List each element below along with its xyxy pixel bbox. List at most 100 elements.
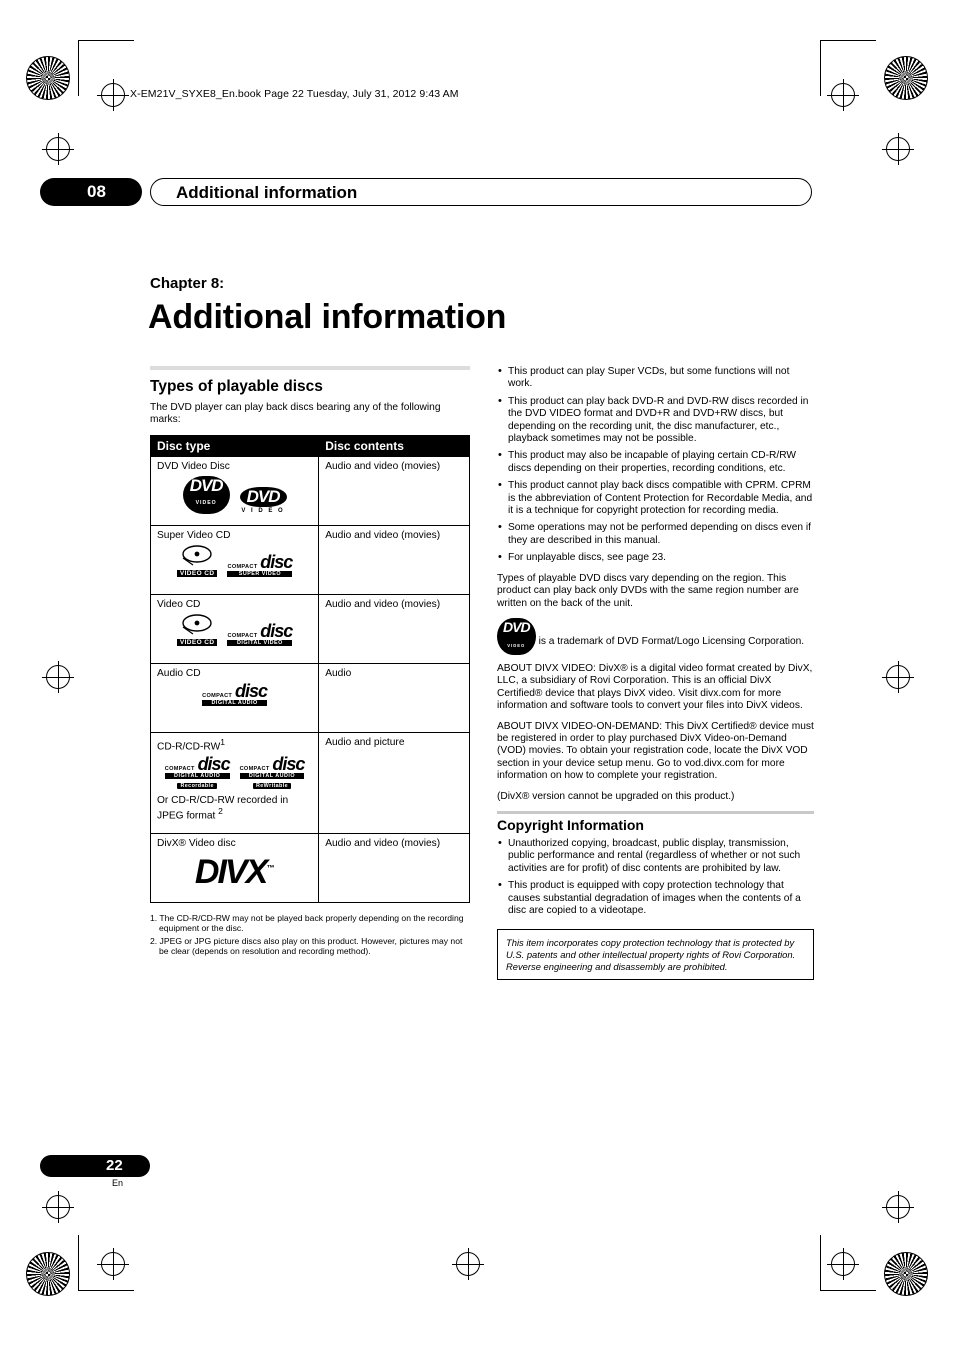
copy-protection-notice: This item incorporates copy protection t… — [497, 929, 814, 981]
digital-audio-disc-logo-icon: COMPACT disc DIGITAL AUDIO — [202, 680, 268, 706]
registration-rosette — [884, 56, 928, 100]
dvd-video-logo-icon: DVD V I D E O — [239, 486, 287, 514]
list-item: This product may also be incapable of pl… — [497, 449, 814, 475]
chapter-number: 08 — [87, 182, 106, 201]
list-item: Unauthorized copying, broadcast, public … — [497, 837, 814, 875]
registration-mark — [827, 79, 859, 111]
footnotes: 1. The CD-R/CD-RW may not be played back… — [150, 913, 470, 957]
page-number: 22 — [106, 1157, 123, 1174]
registration-mark — [882, 661, 914, 693]
registration-mark — [42, 661, 74, 693]
registration-rosette — [884, 1252, 928, 1296]
footnote-ref-2: 2 — [218, 806, 223, 817]
playable-discs-intro: The DVD player can play back discs beari… — [150, 402, 441, 426]
disc-type-cell: Audio CD COMPACT disc DIGITAL AUDIO — [149, 662, 320, 733]
divx-version-note: (DivX® version cannot be upgraded on thi… — [497, 790, 735, 802]
crop-mark — [820, 40, 876, 41]
crop-mark — [78, 40, 134, 41]
disc-type-cell: Video CD VIDEO CD COMPACT disc DIGITAL V… — [149, 593, 320, 664]
video-cd-logo-icon: VIDEO CD — [176, 545, 218, 577]
rewritable-disc-logo-icon: COMPACT disc DIGITAL AUDIO ReWritable — [239, 754, 305, 790]
copyright-list: Unauthorized copying, broadcast, public … — [497, 837, 814, 917]
section-heading-playable-discs: Types of playable discs — [150, 378, 323, 395]
registration-rosette — [26, 56, 70, 100]
video-cd-glyph-icon — [182, 614, 212, 635]
list-item: This product can play Super VCDs, but so… — [497, 365, 814, 391]
disc-contents-cell: Audio and picture — [318, 731, 470, 834]
about-divx-video-paragraph: ABOUT DIVX VIDEO: DivX® is a digital vid… — [497, 662, 813, 712]
disc-type-label: DVD Video Disc — [157, 460, 230, 472]
disc-types-table: Disc type Disc contents DVD Video Disc D… — [149, 434, 470, 903]
audio-cd-logo-group: COMPACT disc DIGITAL AUDIO — [157, 680, 312, 706]
table-row: Video CD VIDEO CD COMPACT disc DIGITAL V… — [149, 593, 470, 664]
chapter-title-bar: Additional information — [150, 178, 812, 206]
table-row: Super Video CD VIDEO CD COMPACT disc SUP… — [149, 524, 470, 595]
list-item: This product is equipped with copy prote… — [497, 879, 814, 917]
cdr-cdrw-logo-group: COMPACT disc DIGITAL AUDIO Recordable CO… — [157, 754, 312, 790]
disc-contents-cell: Audio and video (movies) — [318, 593, 470, 664]
list-item: For unplayable discs, see page 23. — [497, 551, 814, 564]
page-number-badge: 22 — [40, 1155, 150, 1177]
chapter-number-badge: 08 — [40, 178, 142, 206]
disc-type-label: Video CD — [157, 598, 201, 610]
crop-mark — [78, 40, 79, 96]
chapter-label: Chapter 8: — [150, 275, 225, 292]
crop-mark — [78, 1235, 79, 1291]
dvd-video-logo-icon: DVD VIDEO — [182, 475, 230, 514]
disc-contents-cell: Audio and video (movies) — [318, 832, 470, 903]
registration-mark — [882, 133, 914, 165]
table-header-row: Disc type Disc contents — [149, 434, 470, 457]
video-cd-logo-icon: VIDEO CD — [176, 614, 218, 646]
disc-contents-cell: Audio and video (movies) — [318, 455, 470, 526]
region-paragraph: Types of playable DVD discs vary dependi… — [497, 572, 799, 609]
disc-contents-cell: Audio — [318, 662, 470, 733]
book-header-line: X-EM21V_SYXE8_En.book Page 22 Tuesday, J… — [130, 88, 459, 100]
divx-logo-group: DIVX™ — [157, 853, 312, 892]
section-rule — [497, 810, 814, 814]
video-cd-logo-group: VIDEO CD COMPACT disc DIGITAL VIDEO — [157, 614, 312, 646]
footnote-2: 2. JPEG or JPG picture discs also play o… — [150, 935, 463, 957]
about-divx-vod-paragraph: ABOUT DIVX VIDEO-ON-DEMAND: This DivX Ce… — [497, 720, 814, 782]
dvd-trademark-paragraph: DVD VIDEO is a trademark of DVD Format/Lo… — [497, 617, 814, 655]
right-column: This product can play Super VCDs, but so… — [497, 365, 814, 981]
registration-mark — [882, 1191, 914, 1223]
section-heading-copyright: Copyright Information — [497, 816, 644, 833]
dvd-video-logo-group: DVD VIDEO DVD V I D E O — [157, 475, 312, 514]
registration-mark — [97, 79, 129, 111]
disc-type-label: Audio CD — [157, 667, 201, 679]
section-rule — [150, 366, 470, 370]
disc-type-extra-note: Or CD-R/CD-RW recorded in JPEG format 2 — [157, 795, 312, 821]
language-code: En — [112, 1178, 124, 1188]
video-cd-glyph-icon — [182, 545, 212, 566]
table-row: DVD Video Disc DVD VIDEO DVD V I D E O Au… — [149, 455, 470, 526]
super-video-cd-logo-group: VIDEO CD COMPACT disc SUPER VIDEO — [157, 545, 312, 577]
recordable-disc-logo-icon: COMPACT disc DIGITAL AUDIO Recordable — [164, 754, 231, 790]
disc-type-label: Super Video CD — [157, 529, 231, 541]
dvd-trademark-text: is a trademark of DVD Format/Logo Licens… — [538, 635, 805, 647]
page-title: Additional information — [148, 298, 507, 336]
registration-mark — [97, 1248, 129, 1280]
crop-mark — [820, 40, 821, 96]
footnote-1: 1. The CD-R/CD-RW may not be played back… — [150, 912, 464, 934]
crop-mark — [820, 1290, 876, 1291]
disc-contents-cell: Audio and video (movies) — [318, 524, 470, 595]
disc-type-cell: Super Video CD VIDEO CD COMPACT disc SUP… — [149, 524, 320, 595]
registration-mark — [452, 1248, 484, 1280]
disc-type-text: CD-R/CD-RW — [157, 741, 221, 753]
left-column: Types of playable discs The DVD player c… — [149, 366, 470, 958]
disc-type-label: CD-R/CD-RW1 — [157, 737, 312, 752]
disc-type-cell: DVD Video Disc DVD VIDEO DVD V I D E O — [149, 455, 320, 526]
crop-mark — [78, 1290, 134, 1291]
registration-rosette — [26, 1252, 70, 1296]
disc-type-label: DivX® Video disc — [157, 837, 236, 849]
list-item: This product cannot play back discs comp… — [497, 479, 814, 517]
document-page: X-EM21V_SYXE8_En.book Page 22 Tuesday, J… — [0, 0, 954, 1348]
registration-mark — [827, 1248, 859, 1280]
column-header-disc-type: Disc type — [149, 434, 320, 457]
divx-logo-icon: DIVX™ — [194, 852, 275, 891]
list-item: This product can play back DVD-R and DVD… — [497, 395, 814, 446]
disc-notes-list: This product can play Super VCDs, but so… — [497, 365, 814, 565]
disc-type-cell: DivX® Video disc DIVX™ — [149, 832, 320, 903]
footnote-ref-1: 1 — [220, 736, 225, 747]
dvd-logo-icon: DVD VIDEO — [497, 617, 536, 655]
